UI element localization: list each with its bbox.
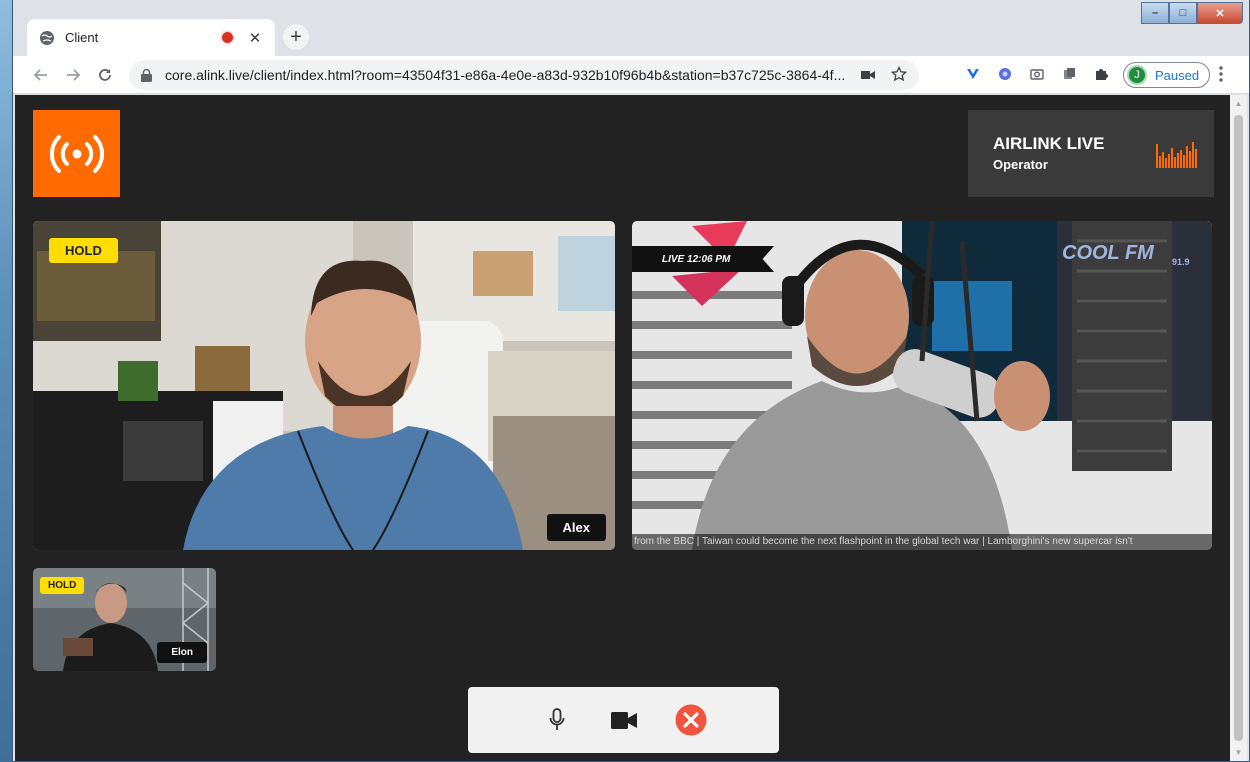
star-icon[interactable] bbox=[890, 65, 908, 85]
circle-extension-icon[interactable] bbox=[995, 64, 1015, 84]
live-time-overlay: LIVE 12:06 PM bbox=[632, 246, 774, 272]
maximize-button[interactable]: □ bbox=[1169, 2, 1197, 24]
audio-meter-icon bbox=[1156, 142, 1197, 168]
back-icon[interactable] bbox=[25, 59, 57, 91]
stack-extension-icon[interactable] bbox=[1059, 64, 1079, 84]
reload-icon[interactable] bbox=[89, 59, 121, 91]
url-text[interactable]: core.alink.live/client/index.html?room=4… bbox=[165, 67, 853, 83]
window-controls: – □ ✕ bbox=[1141, 2, 1243, 24]
tab-close-icon[interactable]: ✕ bbox=[247, 29, 263, 47]
video-tile-elon[interactable]: HOLD Elon bbox=[33, 568, 216, 671]
page-scrollbar[interactable]: ▲ ▼ bbox=[1230, 95, 1247, 761]
profile-status: Paused bbox=[1155, 67, 1200, 83]
news-ticker: from the BBC | Taiwan could become the n… bbox=[632, 534, 1212, 550]
close-window-button[interactable]: ✕ bbox=[1197, 2, 1243, 24]
minimize-button[interactable]: – bbox=[1141, 2, 1169, 24]
hold-badge: HOLD bbox=[49, 238, 118, 263]
lock-icon[interactable] bbox=[141, 68, 157, 82]
scroll-thumb[interactable] bbox=[1234, 115, 1243, 741]
participant-name-tag: Elon bbox=[157, 642, 207, 663]
scroll-down-arrow-icon[interactable]: ▼ bbox=[1230, 744, 1247, 761]
participant-name-tag: Alex bbox=[546, 514, 606, 541]
tab-title: Client bbox=[65, 30, 99, 45]
hold-badge: HOLD bbox=[40, 577, 85, 594]
broadcast-icon bbox=[49, 134, 104, 173]
recording-icon bbox=[222, 32, 233, 43]
extension-icons bbox=[963, 64, 1111, 84]
tab-strip: Client ✕ + – □ ✕ bbox=[13, 0, 1249, 56]
tab-client[interactable]: Client ✕ bbox=[27, 19, 275, 56]
scroll-up-arrow-icon[interactable]: ▲ bbox=[1230, 95, 1247, 112]
avatar: J bbox=[1127, 65, 1147, 85]
camera-icon[interactable] bbox=[861, 68, 875, 83]
browser-toolbar: core.alink.live/client/index.html?room=4… bbox=[13, 56, 1249, 94]
new-tab-button[interactable]: + bbox=[283, 24, 309, 50]
address-bar[interactable]: core.alink.live/client/index.html?room=4… bbox=[129, 60, 919, 90]
video-tile-studio[interactable]: COOL FM 91.9 LIVE 12:06 PM from the BBC … bbox=[632, 221, 1212, 550]
participant-video bbox=[33, 221, 615, 550]
airlink-logo bbox=[33, 110, 120, 197]
profile-button[interactable]: J Paused bbox=[1123, 62, 1211, 88]
microphone-icon[interactable] bbox=[540, 703, 574, 737]
vee-extension-icon[interactable] bbox=[963, 64, 983, 84]
app-page: AIRLINK LIVE Operator HOLD Alex COOL FM … bbox=[15, 95, 1231, 761]
browser-window: Client ✕ + – □ ✕ core.alink.live/client/… bbox=[12, 0, 1250, 762]
globe-icon bbox=[39, 30, 55, 46]
kebab-icon[interactable] bbox=[1219, 66, 1223, 87]
video-camera-icon[interactable] bbox=[607, 703, 641, 737]
station-logo-text: COOL FM bbox=[1062, 242, 1155, 264]
screenshot-extension-icon[interactable] bbox=[1027, 64, 1047, 84]
video-tile-alex[interactable]: HOLD Alex bbox=[33, 221, 615, 550]
station-info: AIRLINK LIVE Operator bbox=[968, 110, 1214, 197]
end-call-icon[interactable] bbox=[674, 703, 708, 737]
forward-icon[interactable] bbox=[57, 59, 89, 91]
station-frequency: 91.9 bbox=[1172, 257, 1190, 267]
puzzle-icon[interactable] bbox=[1091, 64, 1111, 84]
call-controls bbox=[468, 687, 779, 753]
